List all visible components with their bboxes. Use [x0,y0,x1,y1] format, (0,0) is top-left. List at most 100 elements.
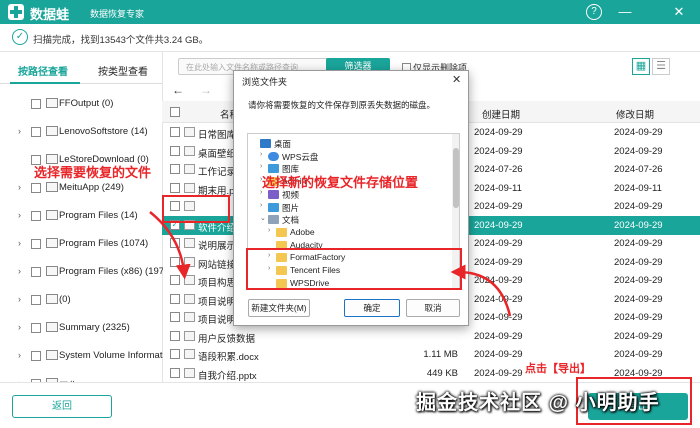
file-modified: 2024-09-29 [614,256,663,268]
tree-item[interactable]: › (0) [18,288,163,314]
annotation-select-files: 选择需要恢复的文件 [34,165,152,180]
tree-item[interactable]: › System Volume Informati [18,344,163,370]
tab-by-path[interactable]: 按路径查看 [18,63,68,78]
folder-icon [46,322,58,332]
back-arrow-icon[interactable]: ← [172,83,184,97]
new-folder-button[interactable]: 新建文件夹(M) [248,299,310,317]
column-created[interactable]: 创建日期 [482,107,520,121]
tree-item-label: FFOutput (0) [59,98,114,109]
minimize-icon[interactable]: — [616,3,634,21]
expand-arrow-icon[interactable]: ⌄ [260,214,266,222]
tree-item[interactable]: › Program Files (x86) (1976) [18,260,163,286]
file-created: 2024-09-29 [474,367,523,379]
tree-item-label: MeituApp (249) [59,182,124,193]
folder-icon [46,98,58,108]
tree-item-checkbox[interactable] [31,127,41,137]
file-created: 2024-09-29 [474,201,523,212]
row-checkbox[interactable] [170,164,180,174]
dialog-node-label: Adobe [290,226,315,237]
row-checkbox[interactable] [170,367,180,378]
file-icon [184,127,195,137]
table-row[interactable]: 语段积累.docx 1.11 MB 2024-09-29 2024-09-29 [162,345,700,364]
row-checkbox[interactable] [170,349,180,359]
file-icon [184,330,195,341]
tab-by-type[interactable]: 按类型查看 [98,63,148,78]
file-name: 用户反馈数据 [198,333,256,345]
row-checkbox[interactable] [170,238,180,248]
table-row[interactable]: 用户反馈数据 2024-09-29 2024-09-29 [162,327,700,346]
file-icon [184,367,195,378]
file-icon [184,349,195,359]
file-icon [184,145,195,156]
tree-item-checkbox[interactable] [31,211,41,221]
file-modified: 2024-09-29 [614,201,663,212]
row-checkbox[interactable] [170,256,180,267]
file-name: 语段积累.docx [198,352,259,363]
row-checkbox[interactable] [170,182,180,193]
tree-item-checkbox[interactable] [31,295,41,305]
chevron-right-icon[interactable]: › [18,322,21,332]
tree-item-label: LenovoSoftstore (14) [59,126,148,137]
tree-item-checkbox[interactable] [31,323,41,333]
dialog-title: 浏览文件夹 [242,77,288,87]
chevron-right-icon[interactable]: › [18,266,21,276]
row-checkbox[interactable] [170,145,180,156]
dialog-node-label: WPS云盘 [282,151,319,162]
tree-item-checkbox[interactable] [31,351,41,361]
ok-button[interactable]: 确定 [344,299,400,317]
chevron-right-icon[interactable]: › [18,210,21,220]
file-created: 2024-09-29 [474,275,523,286]
dialog-prompt: 请你将需要恢复的文件保存到原丢失数据的磁盘。 [248,100,436,110]
select-all-checkbox[interactable] [170,107,180,117]
folder-icon [46,210,58,220]
chevron-right-icon[interactable]: › [18,350,21,360]
active-tab-underline [10,82,80,84]
dialog-node-label: 桌面 [274,139,292,149]
app-logo-icon [8,4,24,20]
row-checkbox[interactable] [170,127,180,137]
list-view-icon[interactable]: ☰ [652,58,670,75]
help-icon[interactable]: ? [586,4,602,20]
tree-item[interactable]: › Program Files (14) [18,204,163,230]
tree-item[interactable]: › Summary (2325) [18,316,163,342]
title-bar: 数据蛙 数据恢复专家 ? — ✕ [0,0,700,24]
expand-arrow-icon[interactable]: › [260,202,262,209]
folder-icon [46,266,58,276]
forward-arrow-icon[interactable]: → [200,83,212,97]
file-created: 2024-09-29 [474,238,523,249]
folder-icon [46,182,58,192]
tree-item[interactable]: › LenovoSoftstore (14) [18,120,163,146]
row-checkbox[interactable] [170,330,180,341]
row-checkbox[interactable] [170,293,180,304]
grid-view-icon[interactable]: ▦ [632,58,650,75]
row-checkbox[interactable] [170,312,180,322]
file-modified: 2024-09-29 [614,238,663,249]
row-checkbox[interactable] [170,275,180,285]
column-modified[interactable]: 修改日期 [616,107,654,121]
tree-item[interactable]: › Program Files (1074) [18,232,163,258]
folder-icon [46,350,58,360]
chevron-right-icon[interactable]: › [18,182,21,192]
tree-item-checkbox[interactable] [31,239,41,249]
dialog-node-label: 图片 [282,202,300,213]
tree-item-checkbox[interactable] [31,99,41,109]
close-icon[interactable]: ✕ [670,3,688,21]
scrollbar-thumb[interactable] [453,148,459,208]
expand-arrow-icon[interactable]: › [260,163,262,170]
tree-item-checkbox[interactable] [31,267,41,277]
expand-arrow-icon[interactable]: › [268,227,270,234]
tree-item[interactable]: FFOutput (0) [18,92,163,118]
tree-item-label: Program Files (1074) [59,238,149,249]
folder-icon [276,227,287,237]
file-modified: 2024-09-29 [614,275,663,286]
expand-arrow-icon[interactable]: › [260,151,262,158]
chevron-right-icon[interactable]: › [18,238,21,248]
back-button[interactable]: 返回 [12,395,112,418]
img-icon [268,202,279,212]
tree-item-checkbox[interactable] [31,183,41,193]
cancel-button[interactable]: 取消 [406,299,460,317]
chevron-right-icon[interactable]: › [18,294,21,304]
chevron-right-icon[interactable]: › [18,126,21,136]
watermark-text: 掘金技术社区 @ 小明助手 [416,392,660,414]
dialog-close-icon[interactable]: ✕ [452,73,461,86]
